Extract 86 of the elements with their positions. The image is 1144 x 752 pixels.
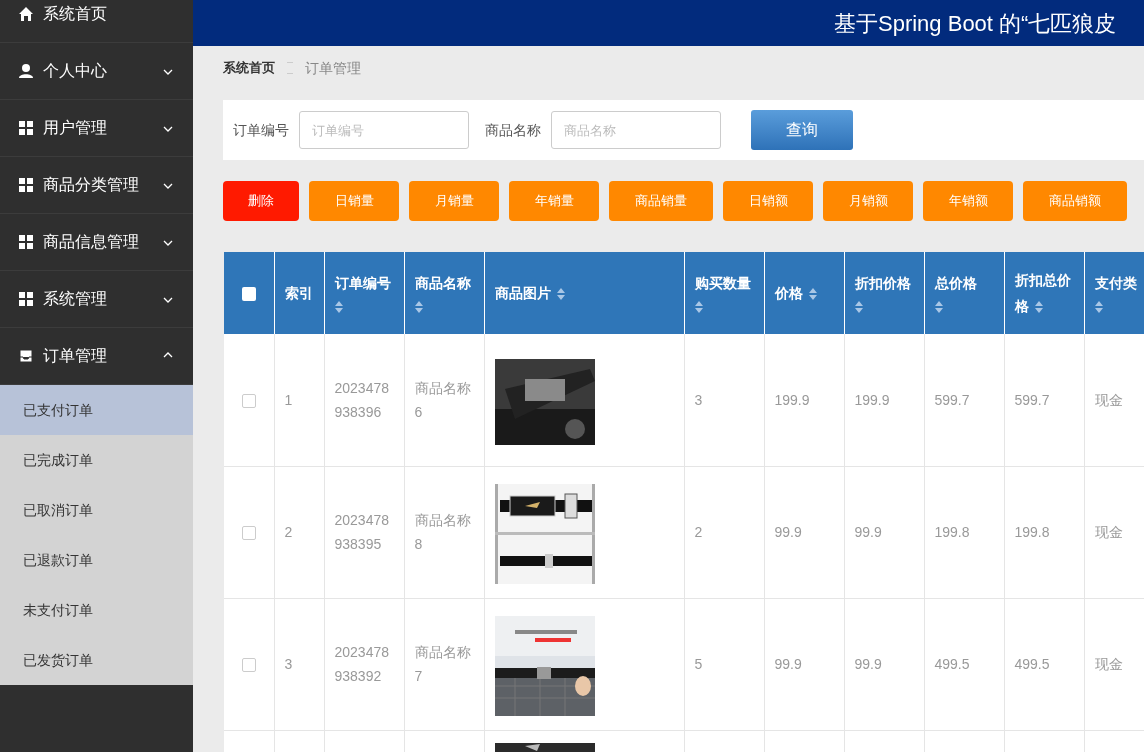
sidebar-item[interactable]: 个人中心 [0,43,193,100]
action-button[interactable]: 月销额 [823,181,913,221]
inbox-icon [18,348,34,364]
table-cell: 499.5 [934,656,970,672]
sort-icon[interactable] [414,301,423,314]
grid-icon [18,177,34,193]
table-cell: 商品名称6 [414,379,471,420]
field-label: 订单编号 [233,120,289,140]
table-cell: 2023478938396 [334,379,389,420]
sidebar-item[interactable]: 用户管理 [0,100,193,157]
submenu-item[interactable]: 已发货订单 [0,635,193,685]
column-header[interactable]: 商品图片 [484,252,684,334]
home-icon [18,6,34,22]
sort-icon[interactable] [694,301,703,314]
table-cell: 199.9 [774,391,810,408]
table-cell: 现金 [1094,391,1123,408]
submenu-item[interactable]: 已取消订单 [0,485,193,535]
sort-icon[interactable] [854,301,863,314]
action-button[interactable]: 年销额 [923,181,1013,221]
field-label: 商品名称 [485,120,541,140]
breadcrumb-item: 订单管理 [305,58,361,78]
sort-icon[interactable] [1094,301,1103,314]
column-header[interactable]: 购买数量 [684,252,764,334]
table-cell: 599.7 [934,391,970,408]
column-header[interactable]: 折扣价格 [844,252,924,334]
sidebar-item[interactable]: 商品信息管理 [0,214,193,271]
column-header[interactable]: 总价格 [924,252,1004,334]
grid-icon [18,291,34,307]
table-cell: 2 [284,524,293,540]
checkbox[interactable] [241,657,256,672]
column-header[interactable]: 折扣总价格 [1004,252,1084,334]
user-icon [18,63,34,79]
action-button[interactable]: 商品销额 [1023,181,1127,221]
separator-icon [287,62,293,74]
grid-icon [18,120,34,136]
checkbox[interactable] [241,393,256,408]
table-cell: 99.9 [854,524,882,540]
action-button[interactable]: 商品销量 [609,181,713,221]
submenu-item[interactable]: 已退款订单 [0,535,193,585]
breadcrumb-item[interactable]: 系统首页 [223,58,275,78]
column-header[interactable]: 支付类 [1084,252,1144,334]
sort-icon[interactable] [934,301,943,314]
sort-icon[interactable] [334,301,343,314]
table-cell: 99.9 [854,656,882,672]
table-cell: 99.9 [774,656,802,672]
table-cell: 1 [284,391,293,408]
sort-icon[interactable] [1034,301,1043,314]
page-title: 基于Spring Boot 的“七匹狼皮 [834,9,1117,38]
action-button[interactable]: 日销量 [309,181,399,221]
column-header[interactable]: 订单编号 [324,252,404,334]
column-header[interactable]: 商品名称 [404,252,484,334]
grid-icon [18,234,34,250]
column-header[interactable]: 价格 [764,252,844,334]
checkbox[interactable] [241,286,256,301]
table-cell: 5 [694,656,703,672]
query-button[interactable]: 查询 [751,110,853,150]
sort-icon[interactable] [556,288,565,301]
sidebar-item[interactable]: 商品分类管理 [0,157,193,214]
action-button[interactable]: 月销量 [409,181,499,221]
table-cell: 599.7 [1014,391,1050,408]
checkbox[interactable] [241,525,256,540]
table-cell: 199.9 [854,391,890,408]
table-cell: 99.9 [774,524,802,540]
table-cell: 3 [694,391,703,408]
table-cell: 商品名称7 [414,644,471,684]
table-cell: 199.8 [1014,524,1050,540]
sort-icon[interactable] [808,288,817,301]
table-cell: 199.8 [934,524,970,540]
action-button[interactable]: 年销量 [509,181,599,221]
column-header: 索引 [274,252,324,334]
submenu-item[interactable]: 未支付订单 [0,585,193,635]
table-cell: 499.5 [1014,656,1050,672]
input-field[interactable]: 订单编号 [299,111,469,149]
action-button[interactable]: 删除 [223,181,299,221]
sidebar-item[interactable]: 系统管理 [0,271,193,328]
table-cell: 2 [694,524,703,540]
table-cell: 3 [284,656,293,672]
input-field[interactable]: 商品名称 [551,111,721,149]
table-cell: 现金 [1094,656,1123,672]
table-cell: 现金 [1094,524,1123,540]
action-button[interactable]: 日销额 [723,181,813,221]
table-cell: 商品名称8 [414,512,471,552]
table-cell: 2023478938392 [334,644,389,684]
submenu-item[interactable]: 已完成订单 [0,435,193,485]
submenu-item[interactable]: 已支付订单 [0,385,193,435]
table-cell: 2023478938395 [334,512,389,552]
